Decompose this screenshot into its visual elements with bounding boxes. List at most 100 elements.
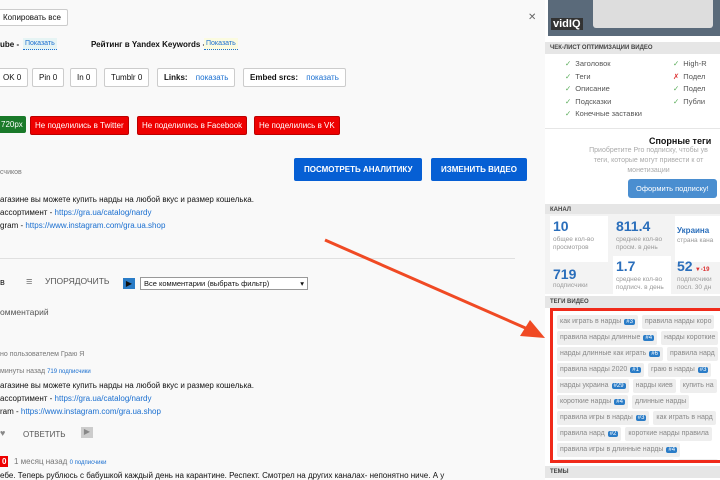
tag-rank-badge: #4 <box>643 335 655 341</box>
share-tumblr[interactable]: Tumblr 0 <box>104 68 150 87</box>
youtube-rank-label: ube - <box>0 40 20 49</box>
not-shared-facebook[interactable]: Не поделились в Facebook <box>137 116 248 135</box>
share-ok[interactable]: OK 0 <box>0 68 29 87</box>
embed-label: Embed srcs: <box>250 73 299 82</box>
tag-row: нарды украина #29 нарды киев купить на <box>555 378 720 394</box>
check-icon: ✓ <box>565 109 572 118</box>
vidiq-reply-icon[interactable]: ▶ <box>81 427 93 438</box>
comment-text: ебе. Теперь рублюсь с бабушкой каждый де… <box>0 471 445 480</box>
video-tag[interactable]: нарды короткие <box>661 331 719 345</box>
pinned-by: но пользователем Граю Я <box>0 351 85 358</box>
annotation-arrow <box>324 238 545 338</box>
tag-label: как играть в нарды <box>560 318 622 325</box>
vidiq-logo: vidIQ <box>551 18 583 30</box>
tag-label: правила нард <box>560 430 605 437</box>
view-analytics-button[interactable]: ПОСМОТРЕТЬ АНАЛИТИКУ <box>294 158 423 181</box>
checklist-item: ✓ Заголовок <box>565 59 611 68</box>
video-tag[interactable]: правила нард #2 <box>557 427 622 441</box>
checklist-item: ✓ Конечные заставки <box>565 109 642 118</box>
tag-label: нарды короткие <box>664 334 716 341</box>
not-shared-twitter[interactable]: Не поделились в Twitter <box>30 116 129 135</box>
share-in[interactable]: In 0 <box>70 68 98 87</box>
tag-label: правила д <box>681 462 714 463</box>
embed-box[interactable]: Embed srcs: показать <box>243 68 346 87</box>
video-tag[interactable]: правила нарды коро <box>641 315 715 329</box>
cross-icon: ✗ <box>673 71 680 81</box>
vidiq-sidebar: vidIQ ЧЕК-ЛИСТ ОПТИМИЗАЦИИ ВИДЕО ✓ Заголо… <box>545 0 720 480</box>
add-comment-input[interactable]: омментарий <box>0 307 49 317</box>
tag-label: граю в нарды <box>650 366 695 373</box>
video-tag[interactable]: правила д <box>678 459 718 463</box>
reply-button[interactable]: ОТВЕТИТЬ <box>23 430 66 439</box>
tag-label: короткие нарды правила игры <box>560 462 658 463</box>
description-label: ассортимент - <box>0 208 55 217</box>
catalog-link[interactable]: https://gra.ua/catalog/nardy <box>55 394 152 403</box>
tag-row: правила игры в нарды #3 как играть в нард <box>555 410 720 426</box>
yandex-show-link[interactable]: Показать <box>204 38 238 50</box>
dislike-icon[interactable]: ♥ <box>0 428 5 438</box>
share-pin[interactable]: Pin 0 <box>32 68 65 87</box>
tag-rank-badge: #4 <box>614 399 625 405</box>
video-tag[interactable]: короткие нарды #4 <box>557 395 628 409</box>
tag-label: правила нард <box>669 350 715 357</box>
embed-show[interactable]: показать <box>306 73 339 82</box>
video-tag[interactable]: правила нард <box>666 347 718 361</box>
size-badge: 720px <box>0 116 26 133</box>
video-tag[interactable]: нарды киев <box>632 379 676 393</box>
tag-label: купить на <box>682 382 714 389</box>
check-icon: ✓ <box>565 59 572 68</box>
video-tag[interactable]: купить на <box>679 379 717 393</box>
chevron-down-icon: ▾ <box>300 279 304 288</box>
comment-line: агазине вы можете купить нарды на любой … <box>0 381 254 390</box>
tag-rank-badge: #3 <box>635 415 647 421</box>
video-tag[interactable]: правила нарды 2020 #1 <box>557 363 644 377</box>
tag-row: нарды длинные как играть #6 правила нард <box>555 346 720 362</box>
links-label: Links: <box>164 73 188 82</box>
catalog-link[interactable]: https://gra.ua/catalog/nardy <box>55 208 152 217</box>
tag-rank-badge: #1 <box>630 367 641 373</box>
subscriber-count: счиков <box>0 169 22 176</box>
checklist-item: ✓ Описание <box>565 84 610 93</box>
video-tag[interactable]: длинные нарды <box>631 395 690 409</box>
video-tag[interactable]: как играть в нард <box>653 411 716 425</box>
sort-button[interactable]: УПОРЯДОЧИТЬ <box>45 276 109 286</box>
copy-all-button[interactable]: Копировать все <box>0 9 68 26</box>
video-thumbnail: vidIQ <box>548 0 720 36</box>
tag-rank-badge: #2 <box>607 431 619 437</box>
video-tag[interactable]: нарды длинные как играть #6 <box>557 347 663 361</box>
tag-label: как играть в нард <box>656 414 713 421</box>
video-tag[interactable]: как играть в нарды #3 <box>557 315 638 329</box>
checklist-item: ✓ Публи <box>673 96 706 106</box>
video-tag[interactable]: короткие нарды правила <box>625 427 712 441</box>
tag-label: правила игры в нарды <box>560 414 633 421</box>
tag-rank-badge: #29 <box>611 383 626 389</box>
channel-stats: 10 общее кол-во просмотров 811.4 среднее к… <box>545 214 720 302</box>
yandex-rank-label: Рейтинг в Yandex Keywords - <box>91 40 206 49</box>
tag-label: короткие нарды <box>560 398 612 405</box>
video-tag[interactable]: правила игры в длинные нарды #4 <box>557 443 681 457</box>
not-shared-vk[interactable]: Не поделились в VK <box>254 116 340 135</box>
themes-heading: ТЕМЫ <box>545 466 720 478</box>
description-label: gram - <box>0 221 26 230</box>
close-icon[interactable]: ✕ <box>528 12 536 23</box>
tag-label: нарды украина <box>560 382 609 389</box>
instagram-link[interactable]: https://www.instagram.com/gra.ua.shop <box>21 407 161 416</box>
video-tag[interactable]: правила нарды длинные #4 <box>557 331 658 345</box>
instagram-link[interactable]: https://www.instagram.com/gra.ua.shop <box>25 221 165 230</box>
subscribe-button[interactable]: Оформить подписку! <box>628 179 717 198</box>
youtube-show-link[interactable]: Показать <box>23 38 57 50</box>
tag-row: как играть в нарды #3 правила нарды коро <box>555 314 720 330</box>
comment-time: 1 месяц назад <box>14 457 68 466</box>
video-tag[interactable]: короткие нарды правила игры#2 <box>557 459 675 463</box>
comment-subs: 719 подписчики <box>47 369 91 375</box>
video-tag[interactable]: граю в нарды #3 <box>647 363 712 377</box>
sort-icon[interactable]: ≡ <box>26 276 32 288</box>
links-box[interactable]: Links: показать <box>157 68 236 87</box>
video-tag[interactable]: нарды украина #29 <box>557 379 629 393</box>
check-icon: ✓ <box>565 96 572 106</box>
comment-filter-select[interactable]: Все комментарии (выбрать фильтр) ▾ <box>140 277 308 290</box>
controversial-tags-text: Приобретите Pro подписку, чтобы ув теги, … <box>589 147 708 174</box>
links-show[interactable]: показать <box>196 73 229 82</box>
video-tag[interactable]: правила игры в нарды #3 <box>557 411 650 425</box>
edit-video-button[interactable]: ИЗМЕНИТЬ ВИДЕО <box>431 158 527 181</box>
